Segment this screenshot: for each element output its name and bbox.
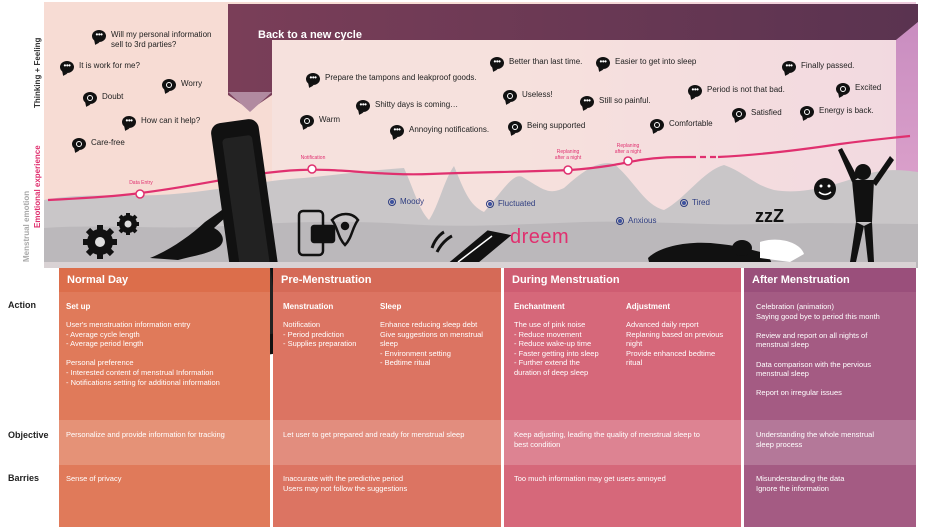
action-body: Advanced daily report Replaning based on… [626, 320, 724, 368]
tracking-app-icon [297, 209, 360, 257]
row-label-objective: Objective [8, 430, 49, 440]
objective-text: Understanding the whole menstrual sleep … [756, 430, 874, 449]
action-heading: Enchantment [514, 302, 565, 311]
action-body: Notification - Period prediction - Suppl… [283, 320, 357, 349]
gears-icon [83, 213, 139, 259]
stage-title: Normal Day [59, 268, 270, 292]
objective-band [59, 420, 270, 465]
objective-text: Personalize and provide information for … [66, 430, 225, 439]
action-heading: Sleep [380, 302, 402, 311]
barrier-text: Inaccurate with the predictive period Us… [283, 474, 408, 493]
headband-icon [430, 230, 512, 268]
stage-title: During Menstruation [504, 268, 741, 292]
brand-logo: dreem [510, 226, 570, 248]
stage-column-during-menstruation: During Menstruation Enchantment The use o… [504, 268, 741, 527]
barrier-text: Sense of privacy [66, 474, 122, 483]
stage-title: After Menstruation [744, 268, 916, 292]
row-label-action: Action [8, 300, 36, 310]
stage-column-after-menstruation: After Menstruation Celebration (animatio… [744, 268, 916, 527]
action-body: User's menstruation information entry - … [66, 320, 220, 387]
action-heading: Set up [66, 302, 91, 311]
journey-map: Back to a new cycle Data Entry Notificat… [0, 0, 939, 527]
action-body: Enhance reducing sleep debt Give suggest… [380, 320, 483, 368]
objective-text: Let user to get prepared and ready for m… [283, 430, 465, 439]
action-body: Celebration (animation) Saying good bye … [756, 302, 880, 398]
stage-column-pre-menstruation: Pre-Menstruation Menstruation Notificatio… [273, 268, 501, 527]
barrier-text: Misunderstanding the data Ignore the inf… [756, 474, 845, 493]
stage-title: Pre-Menstruation [273, 268, 501, 292]
smiley-icon [814, 178, 836, 200]
celebrating-woman-icon [838, 148, 894, 262]
stage-column-normal-day: Normal Day Set up User's menstruation inf… [59, 268, 270, 527]
barrier-text: Too much information may get users annoy… [514, 474, 666, 483]
row-label-barriers: Barries [8, 473, 40, 483]
objective-text: Keep adjusting, leading the quality of m… [514, 430, 700, 449]
action-heading: Menstruation [283, 302, 334, 311]
action-heading: Adjustment [626, 302, 670, 311]
action-body: The use of pink noise - Reduce movement … [514, 320, 599, 377]
zzz-icon: zzZ [755, 206, 784, 226]
objective-band [273, 420, 501, 465]
